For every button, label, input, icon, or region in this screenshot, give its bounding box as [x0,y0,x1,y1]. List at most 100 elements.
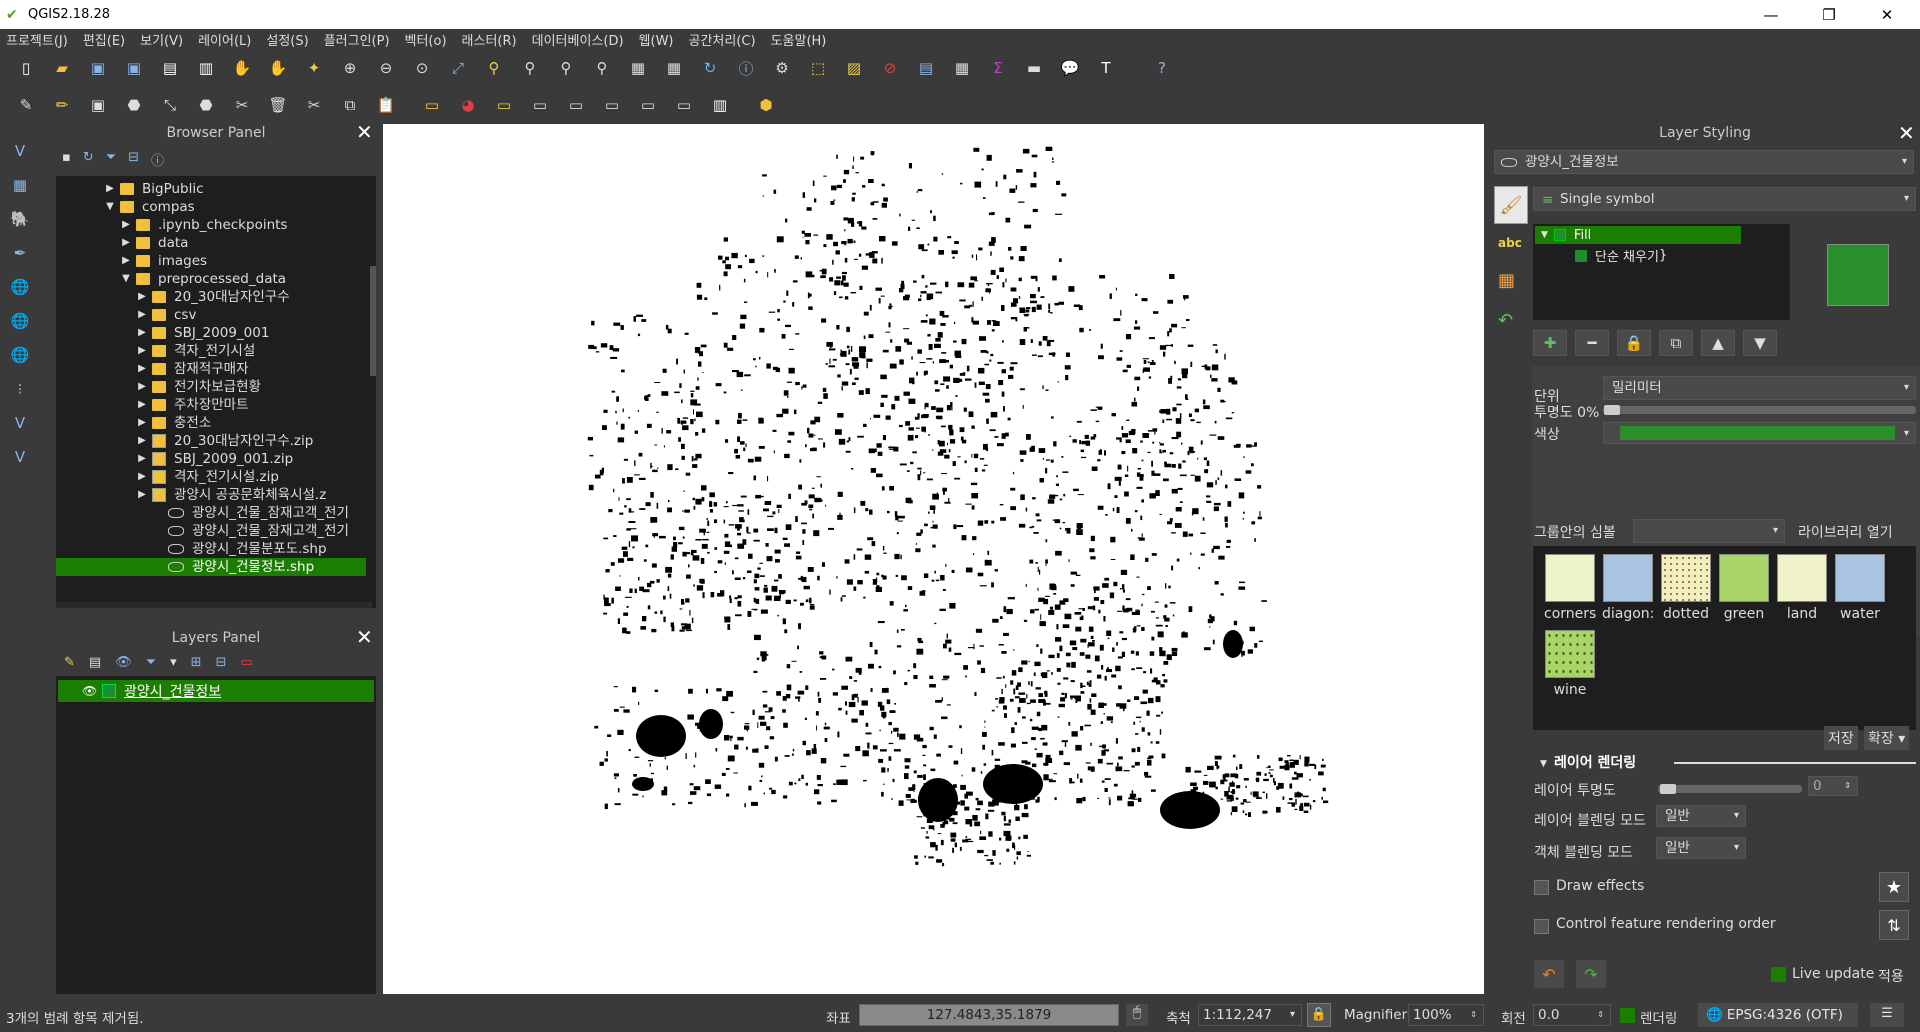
add-symbol-layer-button[interactable]: ✚ [1533,330,1567,356]
menu-settings[interactable]: 설정(S) [266,30,308,49]
help-icon[interactable]: ? [1150,56,1174,80]
browser-item[interactable]: ▶ SBJ_2009_001.zip [56,450,366,468]
layer-opacity-knob[interactable] [1660,784,1676,794]
library-symbol[interactable]: diagon: [1602,554,1654,622]
expand-arrow-icon[interactable]: ▶ [136,396,148,414]
browser-item[interactable]: ▶ SBJ_2009_001 [56,324,366,342]
show-bookmarks-icon[interactable]: ▦ [662,56,686,80]
duplicate-symbol-button[interactable]: ⧉ [1659,330,1693,356]
menu-view[interactable]: 보기(V) [140,30,183,49]
diagrams-tab-icon[interactable]: ▦ [1498,270,1515,291]
render-checkbox[interactable] [1620,1008,1635,1023]
browser-item[interactable]: ▶ csv [56,306,366,324]
library-symbol[interactable]: corners [1544,554,1596,622]
save-edits-icon[interactable]: ▣ [86,93,110,117]
layer-opacity-spin[interactable]: 0 ⇕ [1808,776,1858,796]
expand-arrow-icon[interactable]: ▶ [136,342,148,360]
pan-to-selection-icon[interactable]: ✋ [266,56,290,80]
expand-arrow-icon[interactable]: ▶ [104,180,116,198]
layer-opacity-slider[interactable] [1658,785,1802,793]
cut-features-icon[interactable]: ✂ [302,93,326,117]
new-bookmark-icon[interactable]: ▦ [626,56,650,80]
messages-icon[interactable]: ☰ [1870,1003,1904,1027]
browser-item[interactable]: 광양시_건물_잠재고객_전기 [56,522,366,540]
advanced-button[interactable]: 확장 ▾ [1864,726,1910,750]
menu-processing[interactable]: 공간처리(C) [689,30,756,49]
map-canvas[interactable] [383,124,1484,994]
simple-fill-item[interactable]: 단순 채우기 } [1575,246,1667,265]
save-as-icon[interactable]: ▣ [122,56,146,80]
browser-item[interactable]: ▶ 광양시 공공문화체육시설.z [56,486,366,504]
add-csv-layer-icon[interactable]: ▥ [708,93,732,117]
browser-item[interactable]: ▼ compas [56,198,366,216]
lock-scale-icon[interactable]: 🔒 [1307,1003,1331,1027]
collapse-arrow-icon[interactable]: ▼ [104,198,116,216]
layer-select-combo[interactable]: 광양시_건물정보 ▾ [1494,150,1914,174]
filter-by-expression-icon[interactable]: ▾ [170,655,177,670]
add-postgis-layer-icon[interactable]: 🐘 [8,207,32,231]
expand-arrow-icon[interactable]: ▶ [136,414,148,432]
browser-item[interactable]: ▼ preprocessed_data [56,270,366,288]
node-tool-icon[interactable]: ⬣ [194,93,218,117]
move-down-button[interactable]: ▼ [1743,330,1777,356]
add-group-icon[interactable]: ▤ [89,655,101,670]
close-layers-panel-icon[interactable]: ✕ [356,625,373,649]
menu-raster[interactable]: 래스터(R) [462,30,517,49]
draw-effects-checkbox[interactable] [1534,880,1549,895]
filter-browser-icon[interactable]: ⏷ [106,150,116,169]
zoom-next-icon[interactable]: ⚲ [590,56,614,80]
menu-help[interactable]: 도움말(H) [771,30,827,49]
map-tips-icon[interactable]: 💬 [1058,56,1082,80]
control-order-checkbox[interactable] [1534,919,1549,934]
coord-input[interactable]: 127.4843,35.1879 [859,1004,1119,1026]
menu-layer[interactable]: 레이어(L) [198,30,251,49]
browser-item[interactable]: 광양시_건물정보.shp [56,558,366,576]
measure-icon[interactable]: ▬ [1022,56,1046,80]
layer-labeling-icon[interactable]: ▭ [492,93,516,117]
add-delimited-text-icon[interactable]: ⁝ [8,377,32,401]
eye-icon[interactable]: 👁 [82,684,97,698]
expand-arrow-icon[interactable]: ▶ [136,324,148,342]
expand-arrow-icon[interactable]: ▶ [136,450,148,468]
unit-combo[interactable]: 밀리미터 ▾ [1603,376,1916,400]
new-project-icon[interactable]: ▯ [14,56,38,80]
toggle-editing-icon[interactable]: ✏ [50,93,74,117]
open-library-button[interactable]: 라이브러리 열기 [1798,522,1893,542]
pan-icon[interactable]: ✋ [230,56,254,80]
menu-edit[interactable]: 편집(E) [83,30,125,49]
library-symbol[interactable]: green [1718,554,1770,622]
browser-item[interactable]: ▶ 잠재적구매자 [56,360,366,378]
labels-tab-icon[interactable]: abc [1498,236,1522,250]
layer-item[interactable]: 👁 광양시_건물정보 [58,680,374,702]
restore-button[interactable]: ❐ [1806,0,1852,29]
add-feature-icon[interactable]: ⬣ [122,93,146,117]
expand-arrow-icon[interactable]: ▶ [136,306,148,324]
expand-arrow-icon[interactable]: ▶ [136,288,148,306]
scale-combo[interactable]: 1:112,247 ▾ [1198,1004,1302,1026]
save-symbol-button[interactable]: 저장 [1824,726,1858,750]
delete-selected-icon[interactable]: 🗑 [266,93,290,117]
composer-manager-icon[interactable]: ▥ [194,56,218,80]
close-window-button[interactable]: ✕ [1864,0,1910,29]
rotate-label-icon[interactable]: ▭ [636,93,660,117]
group-combo[interactable]: ▾ [1633,519,1785,543]
renderer-combo[interactable]: ≡ Single symbol ▾ [1533,187,1916,211]
menu-database[interactable]: 데이터베이스(D) [532,30,624,49]
manage-visibility-icon[interactable]: 👁 [115,655,132,670]
zoom-in-icon[interactable]: ⊕ [338,56,362,80]
add-wms-layer-icon[interactable]: 🌐 [8,275,32,299]
library-symbol[interactable]: water [1834,554,1886,622]
copy-features-icon[interactable]: ⧉ [338,93,362,117]
toggle-extents-icon[interactable]: 🖱 [1126,1004,1148,1026]
open-project-icon[interactable]: ▰ [50,56,74,80]
library-symbol[interactable]: wine [1544,630,1596,698]
statistics-icon[interactable]: Σ [986,56,1010,80]
vertex-edit-icon[interactable]: ✂ [230,93,254,117]
browser-item[interactable]: ▶ .ipynb_checkpoints [56,216,366,234]
expand-arrow-icon[interactable]: ▶ [120,252,132,270]
expand-arrow-icon[interactable]: ▶ [120,216,132,234]
minimize-button[interactable]: — [1748,0,1794,29]
apply-button[interactable]: 적용 [1878,966,1904,986]
add-vector-layer-icon[interactable]: V [8,139,32,163]
properties-icon[interactable]: ⓘ [151,150,164,169]
